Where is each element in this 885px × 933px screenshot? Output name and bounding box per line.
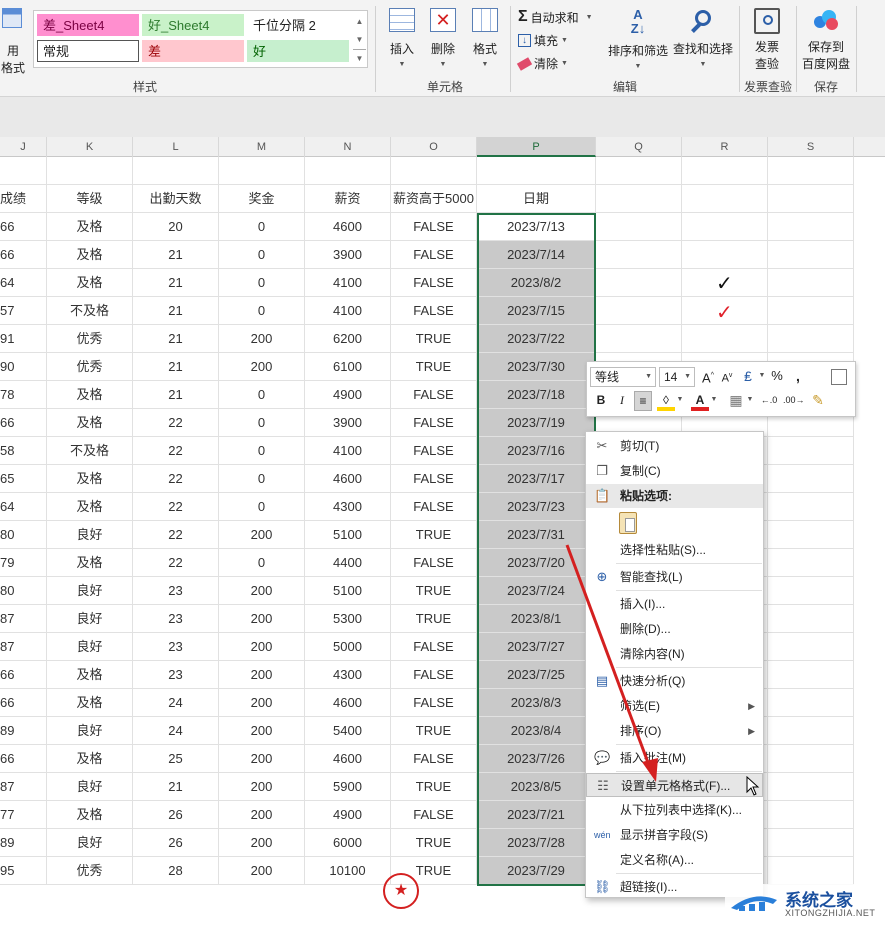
- watermark-logo-icon: [729, 890, 779, 918]
- watermark: 系统之家 XITONGZHIJIA.NET: [725, 884, 883, 924]
- annotation-arrow: [565, 544, 658, 782]
- watermark-url: XITONGZHIJIA.NET: [785, 908, 876, 918]
